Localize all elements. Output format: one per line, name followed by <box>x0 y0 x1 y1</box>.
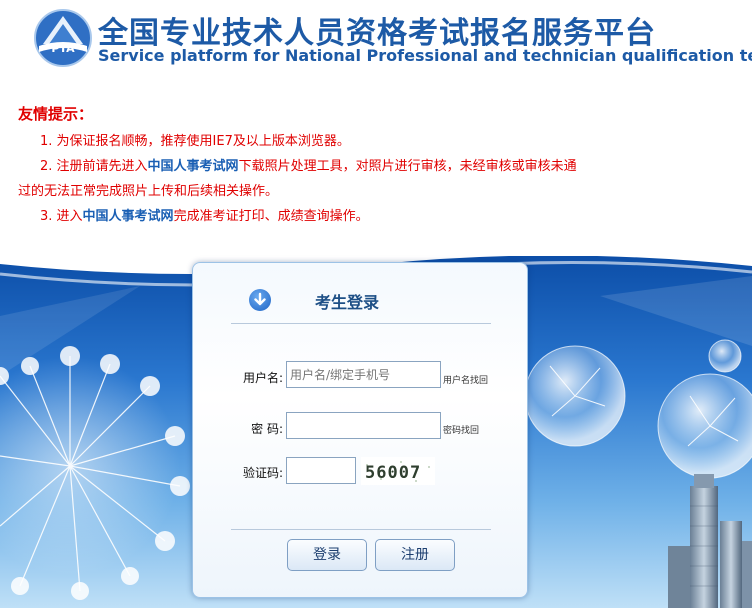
captcha-input[interactable] <box>286 457 356 484</box>
username-input[interactable] <box>286 361 441 388</box>
arrow-down-circle-icon <box>249 289 271 311</box>
password-input[interactable] <box>286 412 441 439</box>
register-button[interactable]: 注册 <box>375 539 455 571</box>
svg-text:PTA: PTA <box>51 42 75 55</box>
notice-line-3: 3. 进入中国人事考试网完成准考证打印、成绩查询操作。 <box>18 204 738 229</box>
login-title: 考生登录 <box>315 293 380 312</box>
notice-title: 友情提示： <box>18 105 94 123</box>
notice-line-2: 2. 注册前请先进入中国人事考试网下载照片处理工具，对照片进行审核，未经审核或审… <box>18 154 738 179</box>
page-subtitle: Service platform for National Profession… <box>98 46 752 65</box>
divider-top <box>231 323 491 324</box>
header: PTA 全国专业技术人员资格考试报名服务平台 Service platform … <box>0 0 752 80</box>
notice-line-3-pre: 3. 进入 <box>40 209 83 224</box>
captcha-label: 验证码: <box>242 466 283 480</box>
captcha-image[interactable]: 56007 <box>361 457 435 485</box>
login-header: 考生登录 <box>193 263 527 325</box>
cpta-link-2[interactable]: 中国人事考试网 <box>83 209 174 224</box>
password-recover-link[interactable]: 密码找回 <box>443 423 479 436</box>
notice-line-1: 1. 为保证报名顺畅，推荐使用IE7及以上版本浏览器。 <box>40 134 350 149</box>
notice-line-3-post: 完成准考证打印、成绩查询操作。 <box>173 209 369 224</box>
password-label: 密 码: <box>251 422 283 436</box>
login-panel: 考生登录 用户名: 用户名找回 密 码: 密码找回 验证码: 56007 登录 … <box>192 262 528 598</box>
username-label: 用户名: <box>242 371 283 385</box>
notice-line-2-post: 下载照片处理工具，对照片进行审核，未经审核或审核未通 <box>238 159 577 174</box>
pta-logo: PTA <box>34 9 92 67</box>
username-recover-link[interactable]: 用户名找回 <box>443 373 488 386</box>
svg-text:56007: 56007 <box>365 463 421 483</box>
notice-line-2-pre: 2. 注册前请先进入 <box>40 159 148 174</box>
login-button[interactable]: 登录 <box>287 539 367 571</box>
divider-bottom <box>231 529 491 530</box>
cpta-link-1[interactable]: 中国人事考试网 <box>148 159 239 174</box>
notice-line-2-cont: 过的无法正常完成照片上传和后续相关操作。 <box>18 184 279 199</box>
notice-panel: 友情提示： 1. 为保证报名顺畅，推荐使用IE7及以上版本浏览器。 2. 注册前… <box>18 102 738 229</box>
